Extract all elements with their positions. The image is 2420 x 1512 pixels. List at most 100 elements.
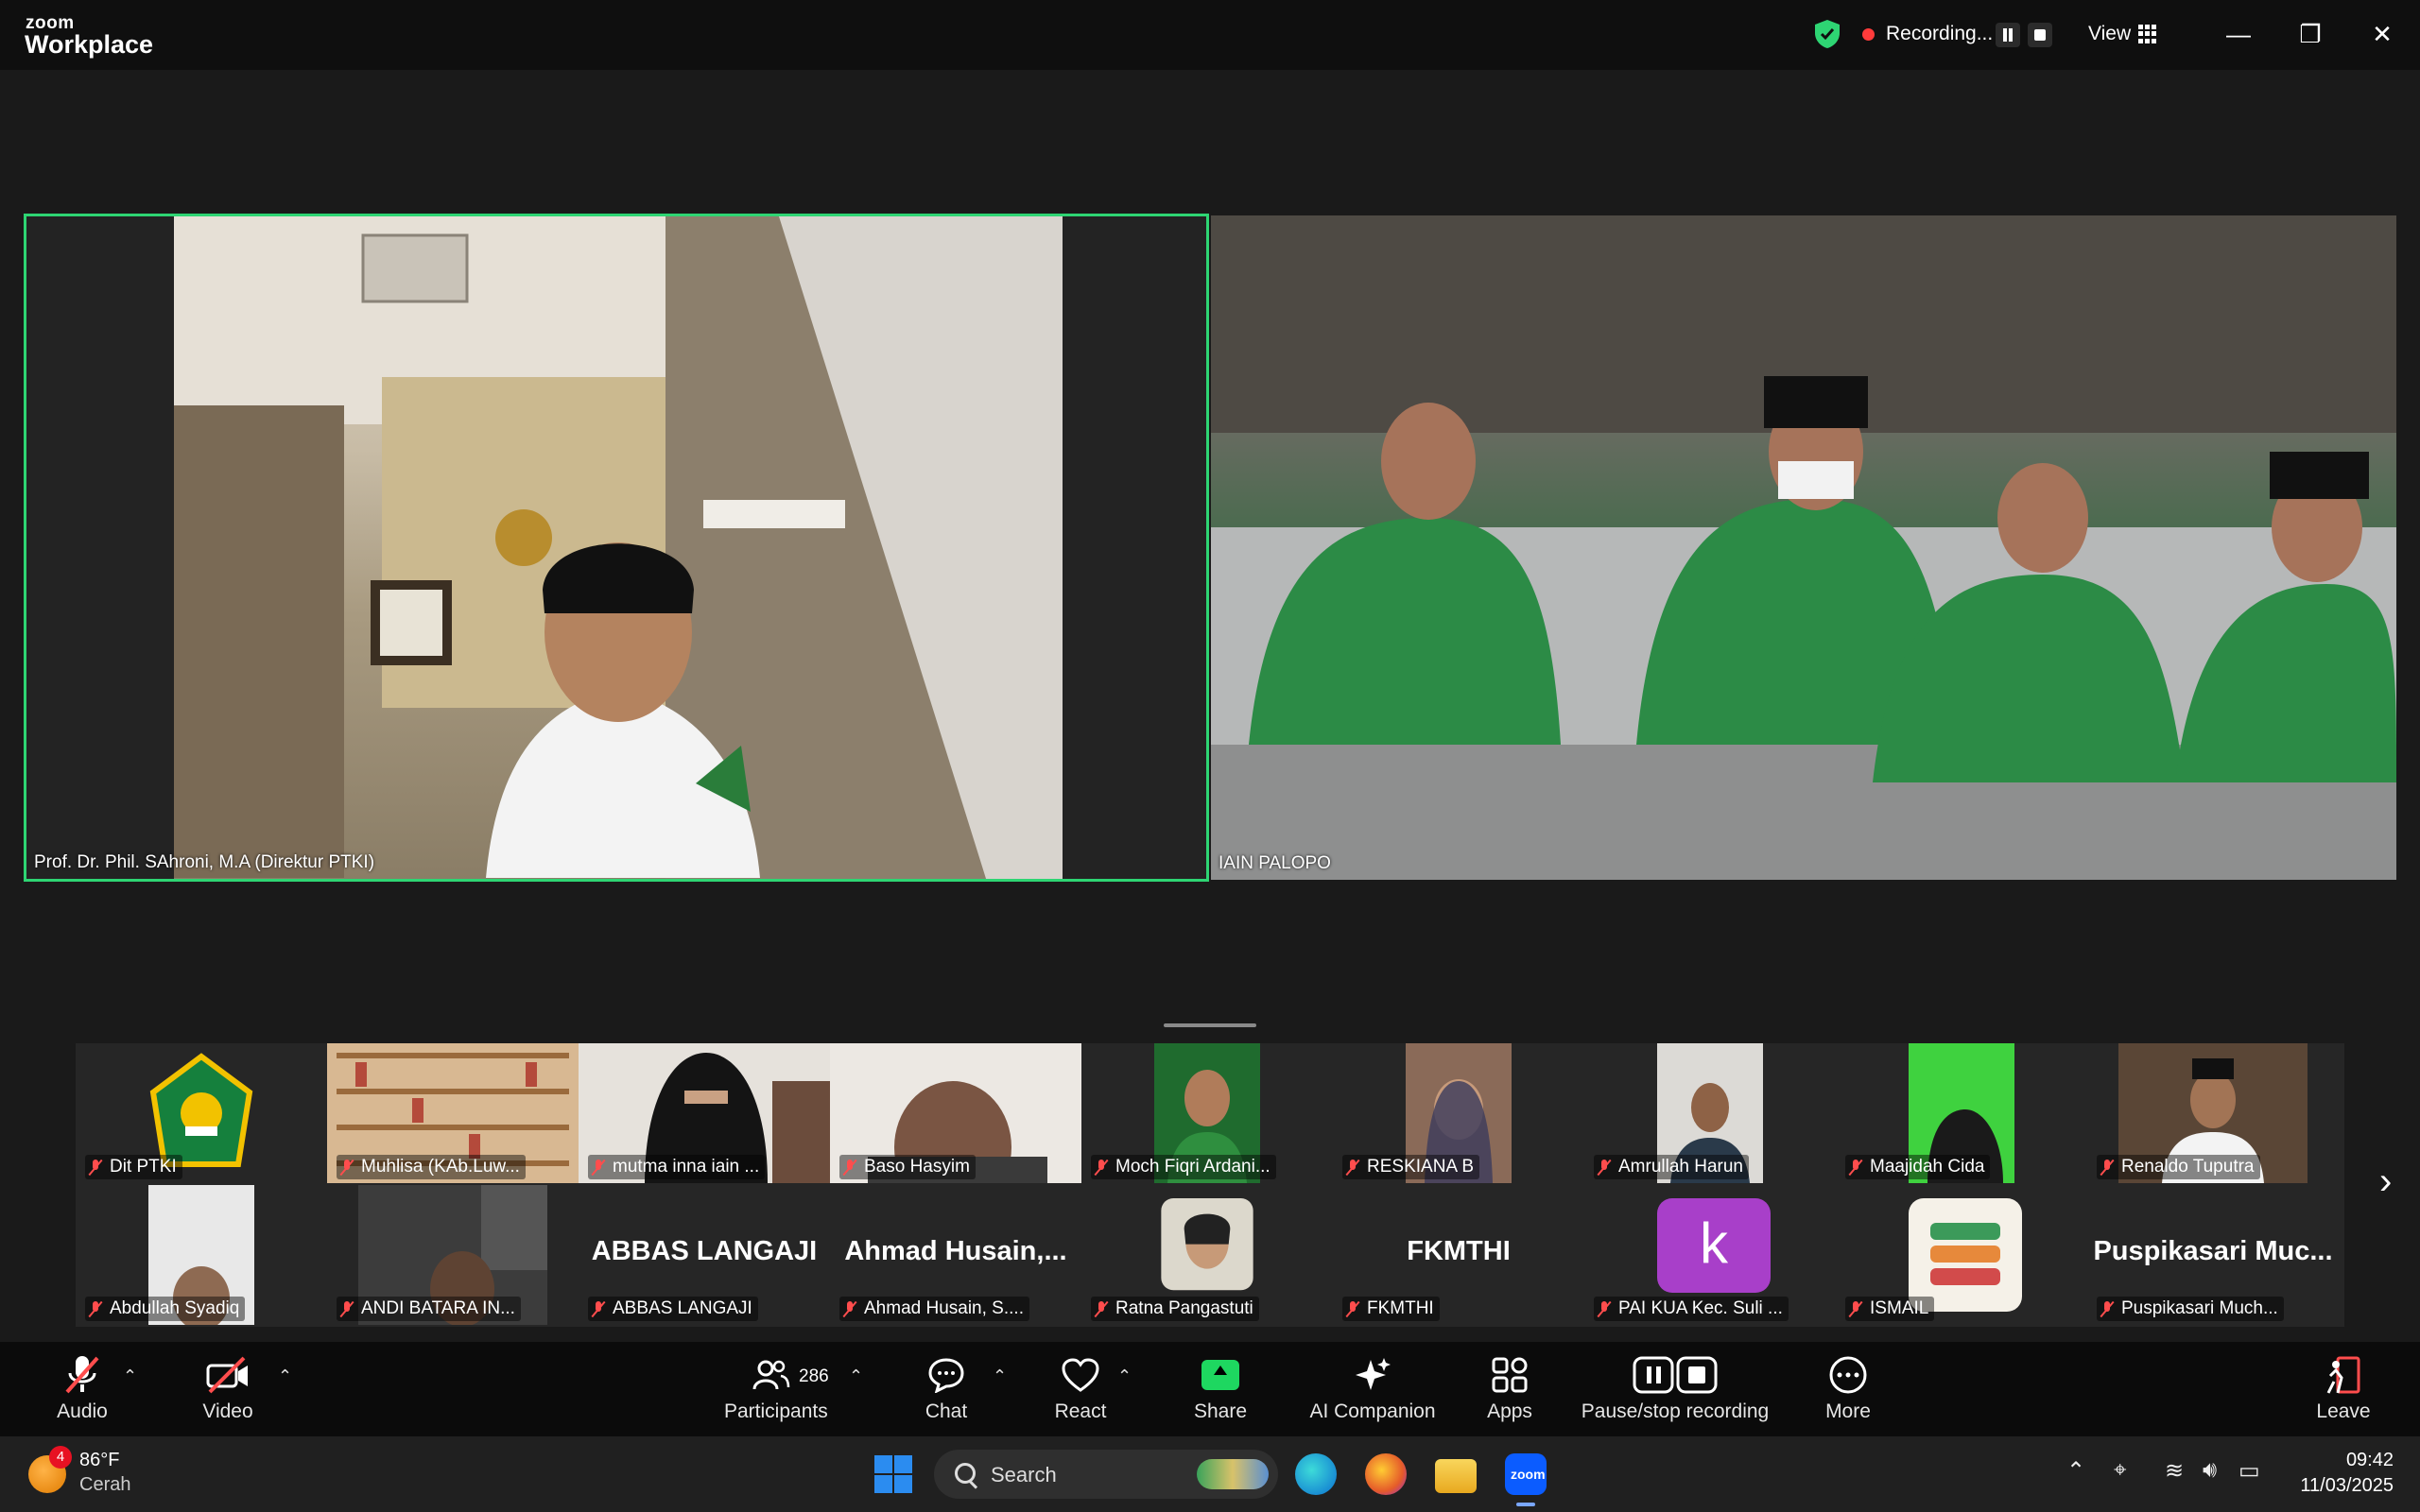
participant-display-name: Puspikasari Muc... <box>2093 1236 2333 1266</box>
chevron-right-icon[interactable]: › <box>2379 1160 2392 1203</box>
mic-muted-icon <box>843 1300 856 1317</box>
participant-tile[interactable]: k PAI KUA Kec. Suli ... <box>1584 1185 1836 1325</box>
share-screen-icon <box>1201 1360 1239 1390</box>
mic-muted-icon <box>1346 1159 1359 1176</box>
pause-stop-recording-button[interactable]: Pause/stop recording <box>1581 1353 1770 1423</box>
mic-muted-icon <box>2100 1159 2114 1176</box>
edge-browser-icon[interactable] <box>1295 1453 1337 1495</box>
restore-icon[interactable]: ❐ <box>2291 15 2329 53</box>
participant-tile[interactable]: Ahmad Husain,... Ahmad Husain, S.... <box>830 1185 1081 1325</box>
participant-tile[interactable]: Ratna Pangastuti <box>1081 1185 1333 1325</box>
participant-name: mutma inna iain ... <box>588 1155 766 1179</box>
view-button[interactable]: View <box>2088 23 2131 45</box>
participant-name: PAI KUA Kec. Suli ... <box>1594 1297 1789 1321</box>
mic-muted-icon <box>592 1300 605 1317</box>
pause-icon <box>2003 28 2007 42</box>
chevron-up-icon[interactable]: ⌃ <box>849 1366 863 1386</box>
search-label: Search <box>991 1463 1057 1486</box>
participant-tile[interactable]: Puspikasari Muc... Puspikasari Much... <box>2087 1185 2339 1325</box>
participant-tile[interactable]: Moch Fiqri Ardani... <box>1081 1043 1333 1183</box>
file-explorer-icon[interactable] <box>1435 1459 1477 1493</box>
battery-icon[interactable]: ▭ <box>2238 1457 2260 1485</box>
mic-muted-icon <box>1598 1159 1611 1176</box>
leave-icon <box>2310 1353 2377 1397</box>
room-name-label: IAIN PALOPO <box>1219 853 1331 873</box>
notification-badge: 4 <box>49 1446 72 1469</box>
mic-muted-icon <box>340 1300 354 1317</box>
participant-name: Muhlisa (KAb.Luw... <box>337 1155 526 1179</box>
search-highlight-icon <box>1197 1459 1269 1489</box>
chat-button[interactable]: Chat <box>913 1353 979 1423</box>
heart-icon <box>1047 1353 1114 1397</box>
minimize-icon[interactable]: — <box>2220 15 2257 53</box>
wifi-icon[interactable]: ≋ <box>2165 1457 2184 1485</box>
chevron-up-icon[interactable]: ⌃ <box>2066 1457 2085 1485</box>
video-button[interactable]: Video <box>195 1353 261 1423</box>
mic-muted-icon <box>89 1300 102 1317</box>
more-button[interactable]: More <box>1815 1353 1881 1423</box>
participants-count: 286 <box>799 1366 829 1386</box>
share-label: Share <box>1193 1400 1248 1422</box>
participant-name: Dit PTKI <box>85 1155 182 1179</box>
taskbar-clock[interactable]: 09:42 11/03/2025 <box>2300 1448 2394 1499</box>
apps-icon <box>1477 1353 1543 1397</box>
room-video-tile[interactable]: IAIN PALOPO <box>1211 215 2396 880</box>
resize-handle[interactable] <box>1164 1023 1256 1027</box>
participant-tile[interactable]: Muhlisa (KAb.Luw... <box>327 1043 579 1183</box>
participant-tile[interactable]: RESKIANA B <box>1333 1043 1584 1183</box>
chevron-up-icon[interactable]: ⌃ <box>123 1366 137 1386</box>
chevron-up-icon[interactable]: ⌃ <box>278 1366 292 1386</box>
react-button[interactable]: React <box>1047 1353 1114 1423</box>
grid-icon[interactable] <box>2138 25 2157 43</box>
volume-icon[interactable]: 🔊︎ <box>2203 1457 2217 1484</box>
chevron-up-icon[interactable]: ⌃ <box>1117 1366 1132 1386</box>
pause-recording-button[interactable] <box>1996 23 2020 47</box>
participant-tile[interactable]: Renaldo Tuputra <box>2087 1043 2339 1183</box>
weather-temperature[interactable]: 86°F <box>79 1450 119 1471</box>
pause-icon-bar <box>2009 28 2013 42</box>
mic-muted-icon <box>340 1159 354 1176</box>
mic-muted-icon <box>843 1159 856 1176</box>
participant-name: Puspikasari Much... <box>2097 1297 2284 1321</box>
close-icon[interactable]: ✕ <box>2363 15 2401 53</box>
search-icon <box>955 1463 976 1484</box>
participant-avatar <box>1161 1198 1253 1291</box>
participant-tile[interactable]: ANDI BATARA IN... <box>327 1185 579 1325</box>
participant-tile[interactable]: FKMTHI FKMTHI <box>1333 1185 1584 1325</box>
location-icon[interactable]: ⌖ <box>2114 1457 2127 1484</box>
participant-tile[interactable]: Abdullah Syadiq <box>76 1185 327 1325</box>
participant-name: Ratna Pangastuti <box>1091 1297 1259 1321</box>
leave-button[interactable]: Leave <box>2310 1353 2377 1423</box>
participants-button[interactable]: Participants <box>724 1353 828 1423</box>
mic-muted-icon <box>1849 1300 1862 1317</box>
camera-off-icon <box>195 1353 261 1397</box>
taskbar-search[interactable]: Search <box>934 1450 1278 1499</box>
share-button[interactable]: Share <box>1187 1353 1253 1423</box>
apps-button[interactable]: Apps <box>1477 1353 1543 1423</box>
mic-muted-icon <box>1095 1159 1108 1176</box>
sparkle-icon <box>1305 1353 1441 1397</box>
windows-start-icon[interactable] <box>874 1455 912 1493</box>
participant-tile[interactable]: Dit PTKI <box>76 1043 327 1183</box>
audio-button[interactable]: Audio <box>49 1353 115 1423</box>
participant-tile[interactable]: Amrullah Harun <box>1584 1043 1836 1183</box>
stop-icon <box>2034 29 2046 41</box>
stop-recording-button[interactable] <box>2028 23 2052 47</box>
firefox-icon[interactable] <box>1365 1453 1407 1495</box>
ai-companion-button[interactable]: AI Companion <box>1305 1353 1441 1423</box>
shield-icon[interactable] <box>1813 19 1841 49</box>
weather-condition[interactable]: Cerah <box>79 1474 130 1496</box>
participant-tile[interactable]: Baso Hasyim <box>830 1043 1081 1183</box>
participant-tile[interactable]: Maajidah Cida <box>1836 1043 2087 1183</box>
participant-name: Abdullah Syadiq <box>85 1297 246 1321</box>
clock-time: 09:42 <box>2345 1450 2394 1470</box>
recording-dot-icon <box>1862 28 1875 41</box>
participant-tile[interactable]: ABBAS LANGAJI ABBAS LANGAJI <box>579 1185 830 1325</box>
chevron-up-icon[interactable]: ⌃ <box>993 1366 1007 1386</box>
participant-name: Renaldo Tuputra <box>2097 1155 2260 1179</box>
active-speaker-tile[interactable]: Prof. Dr. Phil. SAhroni, M.A (Direktur P… <box>24 214 1209 882</box>
participant-tile[interactable]: mutma inna iain ... <box>579 1043 830 1183</box>
pause-stop-icon <box>1581 1353 1770 1397</box>
zoom-app-icon[interactable]: zoom <box>1505 1453 1547 1495</box>
participant-tile[interactable]: ISMAIL <box>1836 1185 2087 1325</box>
